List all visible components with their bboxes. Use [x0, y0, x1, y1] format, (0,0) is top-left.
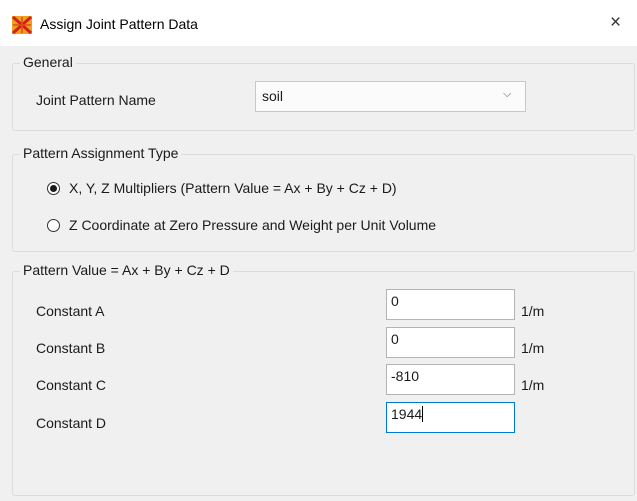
window-title: Assign Joint Pattern Data	[40, 16, 198, 32]
joint-pattern-name-dropdown[interactable]: soil ⌵	[255, 81, 526, 112]
z-coordinate-label[interactable]: Z Coordinate at Zero Pressure and Weight…	[69, 217, 436, 233]
chevron-down-icon: ⌵	[503, 88, 512, 100]
joint-pattern-name-value: soil	[262, 88, 284, 104]
constant-a-input[interactable]: 0	[386, 289, 515, 320]
close-icon[interactable]: ×	[610, 12, 621, 34]
constant-b-label: Constant B	[36, 340, 106, 356]
constant-d-label: Constant D	[36, 415, 107, 431]
sap-app-icon	[12, 16, 32, 34]
pattern-value-legend: Pattern Value = Ax + By + Cz + D	[20, 262, 233, 278]
constant-a-label: Constant A	[36, 303, 105, 319]
general-legend: General	[20, 54, 76, 70]
constant-a-unit: 1/m	[521, 303, 545, 319]
constant-d-input[interactable]: 1944	[386, 402, 515, 433]
constant-c-label: Constant C	[36, 377, 107, 393]
text-caret	[422, 406, 424, 422]
z-coordinate-radio[interactable]	[47, 219, 60, 232]
xyz-multipliers-radio[interactable]	[47, 182, 60, 195]
title-bar: Assign Joint Pattern Data ×	[0, 0, 637, 46]
assignment-type-legend: Pattern Assignment Type	[20, 145, 182, 161]
constant-b-input[interactable]: 0	[386, 327, 515, 358]
xyz-multipliers-label[interactable]: X, Y, Z Multipliers (Pattern Value = Ax …	[69, 180, 397, 196]
assignment-type-group	[12, 154, 635, 252]
constant-c-input[interactable]: -810	[386, 364, 515, 395]
constant-b-unit: 1/m	[521, 340, 545, 356]
joint-pattern-name-label: Joint Pattern Name	[36, 92, 156, 108]
constant-c-unit: 1/m	[521, 377, 545, 393]
